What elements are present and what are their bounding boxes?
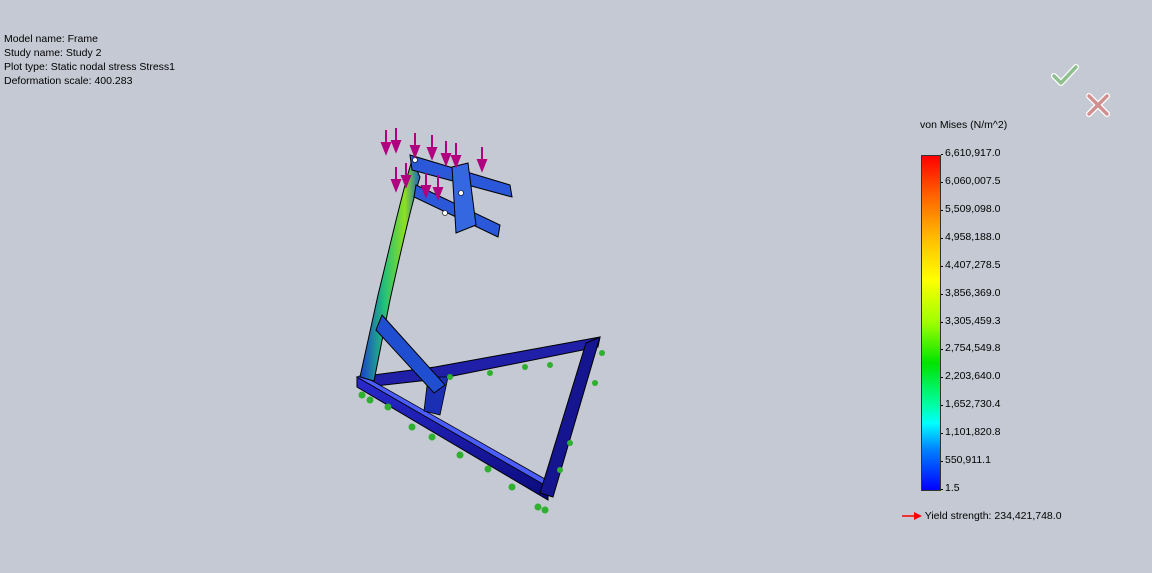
red-arrow-icon [902, 512, 922, 521]
legend-tick-label: 550,911.1 [941, 454, 991, 467]
color-scale-bar [921, 155, 941, 491]
study-name: Study name: Study 2 [4, 47, 102, 59]
yield-strength-marker: Yield strength: 234,421,748.0 [902, 510, 1062, 522]
legend-tick-label: 3,305,459.3 [940, 314, 1001, 327]
plot-type: Plot type: Static nodal stress Stress1 [4, 61, 175, 73]
yield-strength-label: Yield strength: 234,421,748.0 [924, 510, 1062, 522]
legend-tick-label: 4,958,188.0 [940, 230, 1001, 243]
cancel-button[interactable] [1083, 90, 1113, 120]
legend-title: von Mises (N/m^2) [920, 119, 1008, 131]
deformation-scale: Deformation scale: 400.283 [4, 75, 133, 87]
check-icon [1051, 64, 1079, 86]
legend-tick-label: 2,754,549.8 [940, 342, 1001, 355]
legend-tick-label: 1,652,730.4 [940, 398, 1001, 411]
study-info: Model name: Frame Study name: Study 2 Pl… [4, 32, 175, 88]
legend-tick-label: 3,856,369.0 [940, 286, 1001, 299]
base-frame [356, 336, 601, 501]
frame-stress-plot [356, 128, 605, 514]
close-icon [1086, 93, 1110, 117]
model-name: Model name: Frame [4, 33, 98, 45]
frame-model-viewport[interactable] [340, 115, 630, 520]
legend-tick-label: 5,509,098.0 [940, 202, 1001, 215]
legend-tick-label: 1.5 [941, 482, 960, 494]
legend-tick-label: 1,101,820.8 [940, 426, 1001, 439]
legend-tick-label: 6,610,917.0 [940, 147, 1001, 159]
legend-tick-label: 4,407,278.5 [940, 258, 1001, 271]
ok-button[interactable] [1050, 60, 1080, 90]
legend-tick-label: 6,060,007.5 [940, 174, 1001, 187]
legend-tick-label: 2,203,640.0 [940, 370, 1001, 383]
